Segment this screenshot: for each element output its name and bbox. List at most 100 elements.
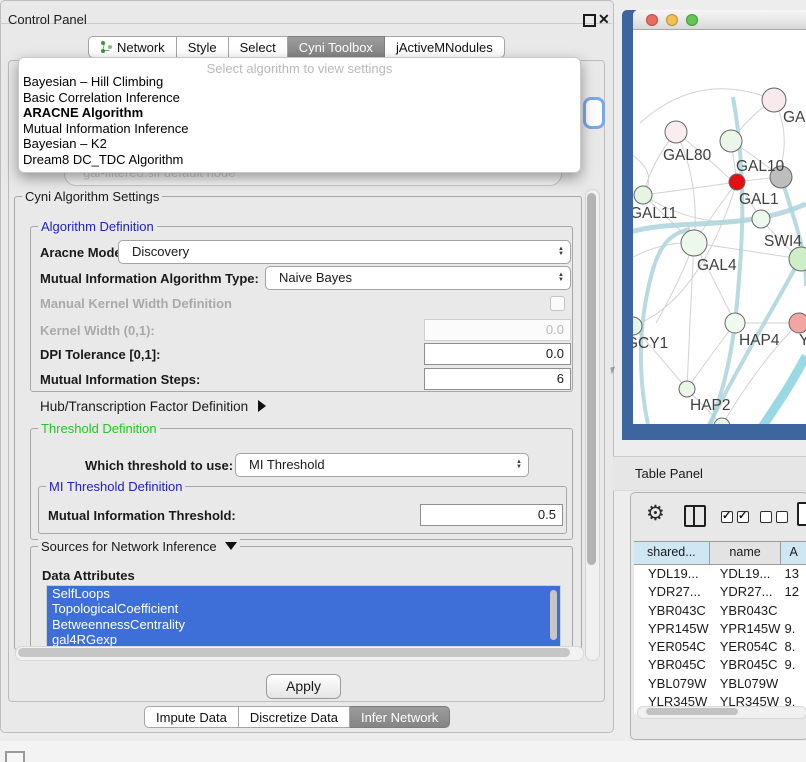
table-cell: YDL19... bbox=[710, 565, 782, 583]
select-all-checkboxes-icon[interactable] bbox=[721, 510, 753, 528]
tab-network[interactable]: Network bbox=[88, 36, 177, 58]
network-node-y[interactable] bbox=[789, 313, 806, 333]
table-row[interactable]: YPR145WYPR145W9. bbox=[634, 620, 806, 638]
table-row[interactable]: YER054CYER054C8. bbox=[634, 638, 806, 656]
algorithm-option[interactable]: Mutual Information Inference bbox=[19, 121, 580, 137]
network-node-gal10[interactable] bbox=[720, 130, 742, 152]
inference-algorithm-combo-focus[interactable] bbox=[583, 97, 605, 129]
network-node-gal80[interactable] bbox=[665, 121, 687, 143]
apply-button[interactable]: Apply bbox=[266, 674, 341, 699]
table-row[interactable]: YDR27...YDR27...12 bbox=[634, 583, 806, 601]
mi-steps-field[interactable]: 6 bbox=[424, 368, 571, 390]
collapsed-arrow-icon bbox=[258, 400, 266, 412]
node-label: GAL80 bbox=[663, 147, 712, 164]
table-row[interactable]: YBR045CYBR045C9. bbox=[634, 656, 806, 674]
deselect-all-checkboxes-icon[interactable] bbox=[760, 510, 792, 528]
manual-kernel-width-checkbox[interactable] bbox=[550, 296, 565, 311]
network-node-swi4[interactable] bbox=[752, 210, 770, 228]
tab-impute-data[interactable]: Impute Data bbox=[144, 706, 239, 728]
which-threshold-combo[interactable]: MI Threshold ▲▼ bbox=[235, 453, 529, 477]
algorithm-dropdown-popup: Select algorithm to view settings Bayesi… bbox=[18, 57, 581, 173]
table-cell: YPR145W bbox=[710, 620, 782, 638]
mac-zoom-icon[interactable] bbox=[686, 14, 698, 26]
table-header-row: shared...nameA bbox=[634, 541, 806, 565]
algorithm-option[interactable]: Dream8 DC_TDC Algorithm bbox=[19, 152, 580, 168]
network-node-gal1[interactable] bbox=[729, 174, 745, 190]
settings-horizontal-scrollbar[interactable] bbox=[15, 646, 584, 661]
algorithm-option[interactable]: Bayesian – Hill Climbing bbox=[19, 74, 580, 90]
algorithm-option[interactable]: ARACNE Algorithm bbox=[19, 105, 580, 121]
dpi-tolerance-field[interactable]: 0.0 bbox=[424, 343, 571, 365]
network-edge[interactable] bbox=[687, 243, 694, 389]
table-horizontal-scrollbar[interactable] bbox=[637, 706, 806, 719]
dpi-tolerance-label: DPI Tolerance [0,1]: bbox=[40, 347, 160, 362]
mouse-cursor bbox=[610, 367, 616, 375]
table-cell: 13 bbox=[781, 565, 806, 583]
column-header[interactable]: A bbox=[781, 542, 806, 564]
aracne-mode-combo[interactable]: Discovery ▲▼ bbox=[118, 240, 571, 264]
close-icon[interactable]: ✕ bbox=[598, 11, 610, 28]
mi-threshold-field[interactable]: 0.5 bbox=[420, 504, 563, 526]
table-cell bbox=[781, 602, 806, 620]
mi-algorithm-type-combo[interactable]: Naive Bayes ▲▼ bbox=[265, 266, 571, 290]
float-window-icon[interactable] bbox=[583, 14, 596, 27]
tab-label: jActiveMNodules bbox=[396, 37, 493, 58]
mac-close-icon[interactable] bbox=[646, 14, 658, 26]
split-columns-icon[interactable] bbox=[684, 505, 706, 527]
tab-jactivemnodules[interactable]: jActiveMNodules bbox=[385, 36, 505, 58]
control-panel-title: Control Panel bbox=[8, 12, 87, 27]
control-panel-titlebar[interactable] bbox=[0, 0, 612, 24]
network-node-gal4[interactable] bbox=[681, 230, 707, 256]
tab-label: Network bbox=[117, 37, 165, 58]
sources-legend-text: Sources for Network Inference bbox=[41, 539, 217, 554]
table-cell: YER054C bbox=[634, 638, 710, 656]
node-label: GAL1 bbox=[739, 191, 779, 208]
network-edge[interactable] bbox=[640, 89, 774, 123]
manual-kernel-width-label: Manual Kernel Width Definition bbox=[40, 296, 232, 311]
table-row[interactable]: YDL19...YDL19...13 bbox=[634, 565, 806, 583]
column-header[interactable]: name bbox=[710, 542, 782, 564]
which-threshold-value: MI Threshold bbox=[249, 457, 325, 472]
list-scrollbar[interactable] bbox=[550, 590, 557, 640]
mac-minimize-icon[interactable] bbox=[666, 14, 678, 26]
table-row[interactable]: YBL079WYBL079W bbox=[634, 675, 806, 693]
network-node-hap2[interactable] bbox=[679, 381, 695, 397]
network-window-titlebar[interactable] bbox=[633, 10, 806, 30]
tab-select[interactable]: Select bbox=[229, 36, 288, 58]
tab-cyni-toolbox[interactable]: Cyni Toolbox bbox=[288, 36, 385, 58]
table-cell: YDR27... bbox=[634, 583, 710, 601]
tab-infer-network[interactable]: Infer Network bbox=[350, 706, 450, 728]
table-row[interactable]: YBR043CYBR043C bbox=[634, 602, 806, 620]
algorithm-option[interactable]: Basic Correlation Inference bbox=[19, 90, 580, 106]
table-cell: YPR145W bbox=[634, 620, 710, 638]
tab-label: Style bbox=[188, 37, 217, 58]
scrollbar-thumb[interactable] bbox=[587, 193, 596, 565]
attribute-item[interactable]: BetweennessCentrality bbox=[47, 617, 560, 632]
node-label: GAL bbox=[783, 109, 806, 126]
network-edge-thick[interactable] bbox=[748, 356, 806, 424]
scrollbar-thumb[interactable] bbox=[646, 708, 738, 715]
network-node-hap4[interactable] bbox=[725, 313, 745, 333]
algorithm-placeholder: Select algorithm to view settings bbox=[19, 58, 580, 74]
network-edge[interactable] bbox=[687, 323, 735, 389]
network-view-frame: GALGAL80GAL10GAL1GAL11SWI4GAL4GCY1HAP4YH… bbox=[622, 10, 806, 440]
tab-discretize-data[interactable]: Discretize Data bbox=[239, 706, 350, 728]
sources-legend[interactable]: Sources for Network Inference bbox=[38, 539, 240, 554]
tab-style[interactable]: Style bbox=[177, 36, 229, 58]
scrollbar-thumb[interactable] bbox=[18, 648, 570, 657]
kernel-width-field[interactable]: 0.0 bbox=[424, 319, 571, 341]
column-header[interactable]: shared... bbox=[634, 542, 710, 564]
attribute-item[interactable]: SelfLoops bbox=[47, 586, 560, 601]
minimized-window-icon[interactable] bbox=[5, 751, 25, 762]
attribute-item[interactable]: TopologicalCoefficient bbox=[47, 601, 560, 616]
hub-definition-toggle[interactable]: Hub/Transcription Factor Definition bbox=[40, 399, 266, 414]
stepper-arrows-icon: ▲▼ bbox=[558, 267, 564, 289]
algorithm-option[interactable]: Bayesian – K2 bbox=[19, 136, 580, 152]
network-node-gal11[interactable] bbox=[634, 186, 652, 204]
import-table-icon[interactable] bbox=[797, 502, 806, 526]
network-edge[interactable] bbox=[643, 182, 737, 195]
gear-icon[interactable]: ⚙ bbox=[646, 503, 665, 524]
data-attributes-list[interactable]: SelfLoopsTopologicalCoefficientBetweenne… bbox=[46, 585, 561, 649]
settings-vertical-scrollbar[interactable] bbox=[585, 189, 600, 661]
network-canvas[interactable]: GALGAL80GAL10GAL1GAL11SWI4GAL4GCY1HAP4YH… bbox=[633, 30, 806, 424]
